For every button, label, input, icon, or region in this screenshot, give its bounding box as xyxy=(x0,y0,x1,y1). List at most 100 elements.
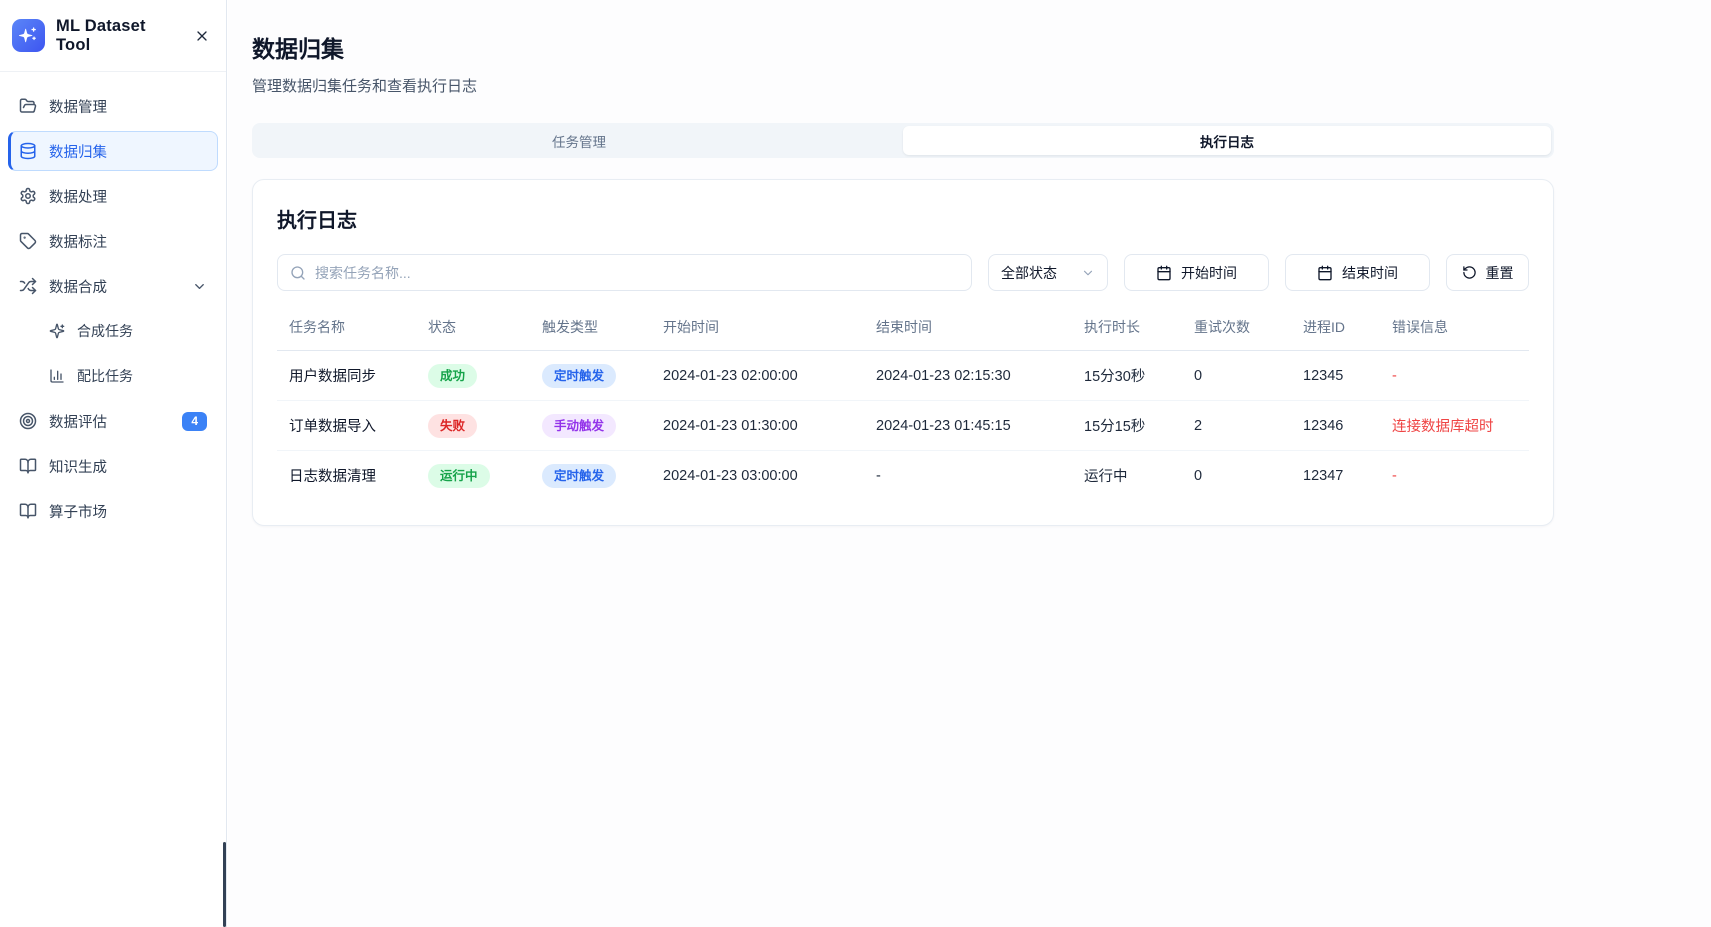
table-row: 日志数据清理 运行中 定时触发 2024-01-23 03:00:00 - 运行… xyxy=(277,451,1529,501)
status-filter-value: 全部状态 xyxy=(1001,263,1057,283)
sidebar-item-label: 数据合成 xyxy=(49,276,107,297)
sidebar-item-label: 数据管理 xyxy=(49,96,107,117)
gear-icon xyxy=(19,187,37,205)
search-box xyxy=(277,254,972,291)
col-task-name: 任务名称 xyxy=(277,307,416,351)
sidebar-item-data-management[interactable]: 数据管理 xyxy=(8,86,218,126)
end-time-label: 结束时间 xyxy=(1342,263,1398,283)
bar-chart-icon xyxy=(49,368,65,384)
retries: 0 xyxy=(1182,351,1291,401)
start-time: 2024-01-23 02:00:00 xyxy=(651,351,864,401)
filter-bar: 全部状态 开始时间 结束时间 xyxy=(277,254,1529,291)
reset-button[interactable]: 重置 xyxy=(1446,254,1529,291)
sidebar-item-operator-market[interactable]: 算子市场 xyxy=(8,491,218,531)
execution-logs-panel: 执行日志 全部状态 xyxy=(252,179,1554,526)
book-icon xyxy=(19,502,37,520)
sidebar-close-button[interactable] xyxy=(192,26,212,46)
status-filter-select[interactable]: 全部状态 xyxy=(988,254,1108,291)
book-icon xyxy=(19,457,37,475)
table-row: 订单数据导入 失败 手动触发 2024-01-23 01:30:00 2024-… xyxy=(277,401,1529,451)
sidebar-item-label: 数据评估 xyxy=(49,411,107,432)
close-icon xyxy=(194,28,210,44)
process-id: 12346 xyxy=(1291,401,1380,451)
tab-task-management[interactable]: 任务管理 xyxy=(255,126,903,155)
process-id: 12345 xyxy=(1291,351,1380,401)
sidebar-item-label: 知识生成 xyxy=(49,456,107,477)
task-name: 订单数据导入 xyxy=(277,401,416,451)
logs-table: 任务名称 状态 触发类型 开始时间 结束时间 执行时长 重试次数 进程ID 错误… xyxy=(277,307,1529,501)
sidebar-item-data-processing[interactable]: 数据处理 xyxy=(8,176,218,216)
table-row: 用户数据同步 成功 定时触发 2024-01-23 02:00:00 2024-… xyxy=(277,351,1529,401)
sidebar-item-label: 数据标注 xyxy=(49,231,107,252)
retries: 0 xyxy=(1182,451,1291,501)
sidebar-header: ML Dataset Tool xyxy=(0,0,226,72)
col-process-id: 进程ID xyxy=(1291,307,1380,351)
duration: 15分15秒 xyxy=(1072,401,1182,451)
calendar-icon xyxy=(1156,265,1172,281)
table-header-row: 任务名称 状态 触发类型 开始时间 结束时间 执行时长 重试次数 进程ID 错误… xyxy=(277,307,1529,351)
trigger-badge: 手动触发 xyxy=(542,414,616,438)
main-area: 数据归集 管理数据归集任务和查看执行日志 任务管理 执行日志 执行日志 全部状态 xyxy=(228,0,1711,927)
end-time-button[interactable]: 结束时间 xyxy=(1285,254,1430,291)
status-badge: 运行中 xyxy=(428,464,490,488)
page-subtitle: 管理数据归集任务和查看执行日志 xyxy=(252,75,1554,96)
end-time: 2024-01-23 02:15:30 xyxy=(864,351,1072,401)
trigger-badge: 定时触发 xyxy=(542,464,616,488)
chevron-down-icon xyxy=(192,279,207,294)
start-time-button[interactable]: 开始时间 xyxy=(1124,254,1269,291)
search-input[interactable] xyxy=(315,265,959,281)
tab-execution-logs[interactable]: 执行日志 xyxy=(903,126,1551,155)
col-retries: 重试次数 xyxy=(1182,307,1291,351)
status-badge: 成功 xyxy=(428,364,477,388)
sidebar-item-label: 数据处理 xyxy=(49,186,107,207)
app-title: ML Dataset Tool xyxy=(56,17,181,55)
start-time-label: 开始时间 xyxy=(1181,263,1237,283)
status-badge: 失败 xyxy=(428,414,477,438)
retries: 2 xyxy=(1182,401,1291,451)
sidebar-item-label: 合成任务 xyxy=(77,321,133,341)
error-info: 连接数据库超时 xyxy=(1380,401,1529,451)
evaluation-count-badge: 4 xyxy=(182,412,207,431)
panel-title: 执行日志 xyxy=(277,204,1529,233)
col-error-info: 错误信息 xyxy=(1380,307,1529,351)
end-time: - xyxy=(864,451,1072,501)
reset-icon xyxy=(1462,265,1477,280)
sidebar-scrollbar-thumb[interactable] xyxy=(223,842,226,927)
sidebar-item-label: 配比任务 xyxy=(77,366,133,386)
sidebar-item-label: 数据归集 xyxy=(49,141,107,162)
col-duration: 执行时长 xyxy=(1072,307,1182,351)
shuffle-icon xyxy=(19,277,37,295)
col-start-time: 开始时间 xyxy=(651,307,864,351)
sparkles-icon xyxy=(49,323,65,339)
col-end-time: 结束时间 xyxy=(864,307,1072,351)
sidebar-item-data-synthesis[interactable]: 数据合成 xyxy=(8,266,218,306)
sidebar: ML Dataset Tool 数据管理 数据归集 数据处理 xyxy=(0,0,227,927)
task-name: 日志数据清理 xyxy=(277,451,416,501)
sidebar-item-ratio-tasks[interactable]: 配比任务 xyxy=(8,356,218,396)
start-time: 2024-01-23 03:00:00 xyxy=(651,451,864,501)
col-trigger-type: 触发类型 xyxy=(530,307,651,351)
error-info: - xyxy=(1380,451,1529,501)
app-logo-icon xyxy=(12,19,45,52)
sidebar-nav: 数据管理 数据归集 数据处理 数据标注 数据合成 xyxy=(0,72,226,531)
search-icon xyxy=(290,265,306,281)
tab-bar: 任务管理 执行日志 xyxy=(252,123,1554,158)
task-name: 用户数据同步 xyxy=(277,351,416,401)
sidebar-item-knowledge-generation[interactable]: 知识生成 xyxy=(8,446,218,486)
error-info: - xyxy=(1380,351,1529,401)
sidebar-item-data-evaluation[interactable]: 数据评估 4 xyxy=(8,401,218,441)
page-title: 数据归集 xyxy=(252,30,1554,64)
end-time: 2024-01-23 01:45:15 xyxy=(864,401,1072,451)
folder-icon xyxy=(19,97,37,115)
sidebar-item-data-collection[interactable]: 数据归集 xyxy=(8,131,218,171)
chevron-down-icon xyxy=(1081,266,1095,280)
database-icon xyxy=(19,142,37,160)
sidebar-item-data-labeling[interactable]: 数据标注 xyxy=(8,221,218,261)
tag-icon xyxy=(19,232,37,250)
start-time: 2024-01-23 01:30:00 xyxy=(651,401,864,451)
sidebar-item-synthesis-tasks[interactable]: 合成任务 xyxy=(8,311,218,351)
sidebar-item-label: 算子市场 xyxy=(49,501,107,522)
trigger-badge: 定时触发 xyxy=(542,364,616,388)
reset-label: 重置 xyxy=(1486,263,1514,283)
duration: 15分30秒 xyxy=(1072,351,1182,401)
